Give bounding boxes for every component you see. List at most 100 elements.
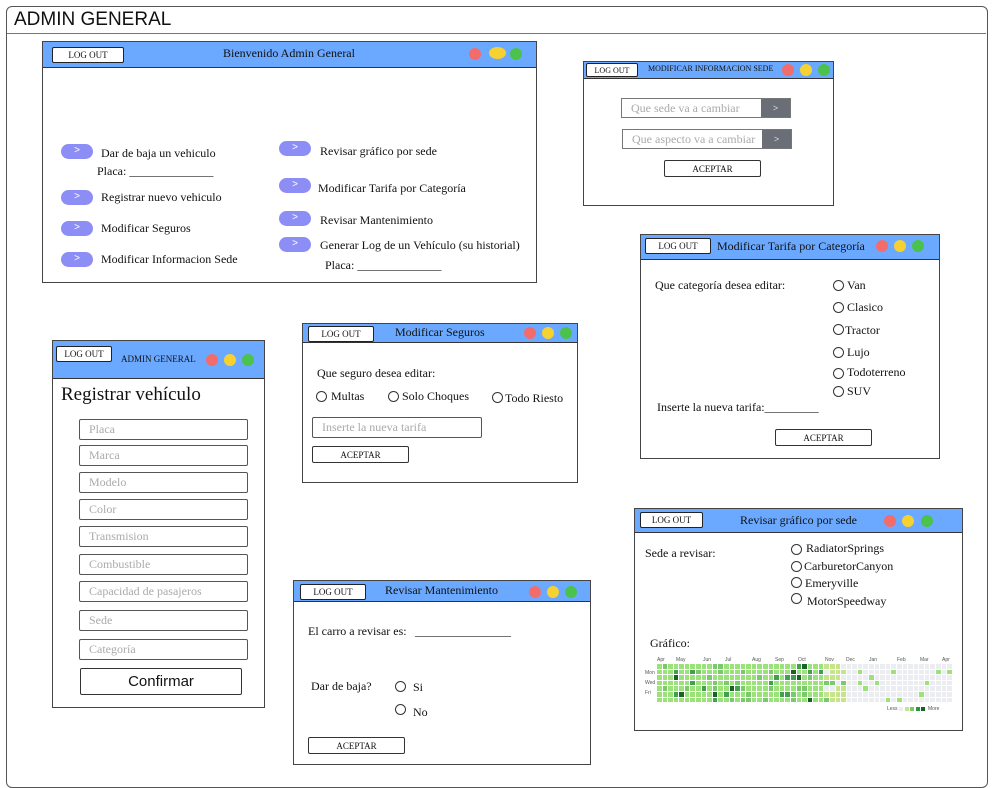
transmision-input[interactable]: Transmision xyxy=(79,526,248,547)
tarifa-input[interactable]: Inserte la nueva tarifa xyxy=(312,417,482,438)
option-seguros[interactable]: Modificar Seguros xyxy=(101,221,191,236)
accept-button[interactable]: ACEPTAR xyxy=(308,737,405,754)
option-arrow-button[interactable]: > xyxy=(279,211,311,226)
seguros-title: Modificar Seguros xyxy=(395,325,485,339)
heatmap-cell xyxy=(751,669,757,675)
sede-select[interactable]: Que sede va a cambiar > xyxy=(621,98,791,118)
registro-window: LOG OUT ADMIN GENERAL Registrar vehículo… xyxy=(52,340,265,708)
modelo-input[interactable]: Modelo xyxy=(79,472,248,493)
option-log[interactable]: Generar Log de un Vehículo (su historial… xyxy=(320,238,520,253)
option-arrow-button[interactable]: > xyxy=(279,141,311,156)
minimize-icon[interactable] xyxy=(542,327,554,339)
radio-no[interactable] xyxy=(395,704,406,715)
radio-suv[interactable] xyxy=(833,386,844,397)
option-grafico[interactable]: Revisar gráfico por sede xyxy=(320,144,437,159)
radio-multas[interactable] xyxy=(316,391,327,402)
aspecto-select-placeholder: Que aspecto va a cambiar xyxy=(632,132,756,146)
minimize-icon[interactable] xyxy=(547,586,559,598)
sede-input[interactable]: Sede xyxy=(79,610,248,631)
minimize-icon[interactable] xyxy=(489,47,506,59)
close-icon[interactable] xyxy=(469,48,481,60)
accept-button[interactable]: ACEPTAR xyxy=(664,160,761,177)
radio-radiatorsprings[interactable] xyxy=(791,544,802,555)
maximize-icon[interactable] xyxy=(921,515,933,527)
capacidad-input[interactable]: Capacidad de pasajeros xyxy=(79,581,248,602)
heatmap-cell xyxy=(718,669,723,675)
radio-tractor[interactable] xyxy=(833,324,844,335)
heatmap-cell xyxy=(835,697,841,703)
heatmap-cell xyxy=(707,680,712,686)
logout-button[interactable]: LOG OUT xyxy=(586,63,638,77)
option-dar-baja[interactable]: Dar de baja un vehiculo xyxy=(101,146,216,161)
logout-button[interactable]: LOG OUT xyxy=(640,512,703,528)
option-arrow-button[interactable]: > xyxy=(61,190,93,205)
heatmap-cell xyxy=(679,697,684,703)
heatmap-cell xyxy=(902,664,908,669)
radio-van[interactable] xyxy=(833,280,844,291)
placa-input[interactable]: Placa xyxy=(79,419,248,440)
combustible-input[interactable]: Combustible xyxy=(79,554,248,575)
color-input[interactable]: Color xyxy=(79,499,248,520)
maximize-icon[interactable] xyxy=(818,64,830,76)
radio-carburetorcanyon[interactable] xyxy=(791,561,802,572)
heatmap-cell xyxy=(941,692,947,697)
radio-lujo[interactable] xyxy=(833,347,844,358)
heatmap-cell xyxy=(913,680,919,686)
confirm-button[interactable]: Confirmar xyxy=(80,668,242,695)
maximize-icon[interactable] xyxy=(565,586,577,598)
heatmap-cell xyxy=(735,664,740,669)
radio-todo-riesgo[interactable] xyxy=(492,392,503,403)
option-sede[interactable]: Modificar Informacion Sede xyxy=(101,252,238,267)
close-icon[interactable] xyxy=(782,64,794,76)
close-icon[interactable] xyxy=(524,327,536,339)
close-icon[interactable] xyxy=(206,354,218,366)
heatmap-cell xyxy=(746,664,751,669)
option-arrow-button[interactable]: > xyxy=(279,237,311,252)
chevron-right-icon[interactable]: > xyxy=(762,130,791,148)
marca-input[interactable]: Marca xyxy=(79,445,248,466)
categoria-input[interactable]: Categoría xyxy=(79,639,248,660)
car-line[interactable]: ________________ xyxy=(415,624,511,639)
legend-swatch xyxy=(915,707,920,711)
maximize-icon[interactable] xyxy=(242,354,254,366)
logout-button[interactable]: LOG OUT xyxy=(56,346,112,362)
option-mantenimiento[interactable]: Revisar Mantenimiento xyxy=(320,213,433,228)
option-tarifa[interactable]: Modificar Tarifa por Categoría xyxy=(318,181,466,196)
minimize-icon[interactable] xyxy=(902,515,914,527)
heatmap-cell xyxy=(924,680,930,686)
maximize-icon[interactable] xyxy=(560,327,572,339)
close-icon[interactable] xyxy=(876,240,888,252)
minimize-icon[interactable] xyxy=(800,64,812,76)
radio-label: Emeryville xyxy=(805,576,859,590)
minimize-icon[interactable] xyxy=(224,354,236,366)
radio-emeryville[interactable] xyxy=(791,577,802,588)
logout-button[interactable]: LOG OUT xyxy=(52,47,124,63)
radio-si[interactable] xyxy=(395,681,406,692)
minimize-icon[interactable] xyxy=(894,240,906,252)
option-arrow-button[interactable]: > xyxy=(61,221,93,236)
radio-clasico[interactable] xyxy=(833,302,844,313)
option-arrow-button[interactable]: > xyxy=(279,178,311,193)
radio-motorspeedway[interactable] xyxy=(791,593,802,604)
heatmap-cell xyxy=(913,664,919,669)
heatmap-cell xyxy=(796,686,802,691)
aspecto-select[interactable]: Que aspecto va a cambiar > xyxy=(622,129,792,149)
option-arrow-button[interactable]: > xyxy=(61,252,93,267)
logout-button[interactable]: LOG OUT xyxy=(300,584,366,600)
maximize-icon[interactable] xyxy=(912,240,924,252)
chevron-right-icon[interactable]: > xyxy=(761,99,790,117)
radio-solo-choques[interactable] xyxy=(388,391,399,402)
logout-button[interactable]: LOG OUT xyxy=(645,238,711,254)
heatmap-cell xyxy=(746,697,751,703)
maximize-icon[interactable] xyxy=(510,48,522,60)
close-icon[interactable] xyxy=(529,586,541,598)
heatmap-cell xyxy=(824,664,829,669)
header-divider xyxy=(7,33,986,34)
accept-button[interactable]: ACEPTAR xyxy=(775,429,872,446)
radio-todoterreno[interactable] xyxy=(833,368,844,379)
accept-button[interactable]: ACEPTAR xyxy=(312,446,409,463)
option-registrar[interactable]: Registrar nuevo vehiculo xyxy=(101,190,222,205)
close-icon[interactable] xyxy=(884,515,896,527)
option-arrow-button[interactable]: > xyxy=(61,144,93,159)
logout-button[interactable]: LOG OUT xyxy=(308,326,374,342)
